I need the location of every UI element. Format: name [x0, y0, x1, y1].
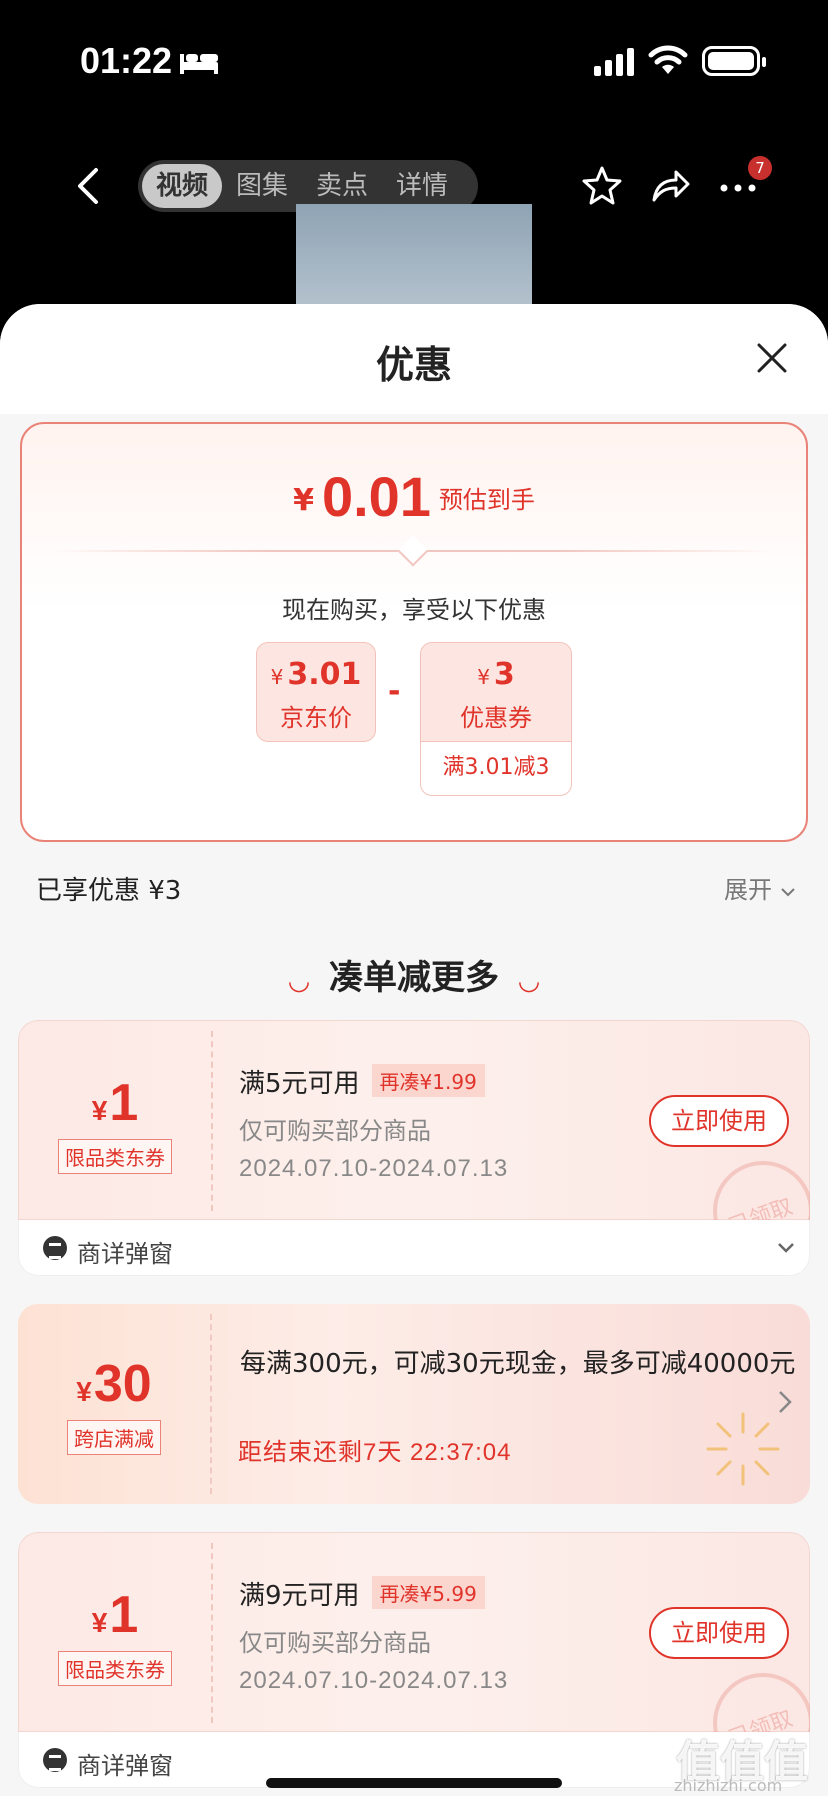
promo-amount-area: ¥30 跨店满减: [18, 1304, 210, 1504]
source-icon: [43, 1748, 67, 1772]
coupon-amount: 1: [109, 1074, 139, 1132]
coupon-card-body: ¥1 限品类东券 满5元可用 再凑¥1.99 仅可购买部分商品 2024.07.1…: [18, 1020, 810, 1261]
estimated-price: ¥0.01 预估到手: [22, 464, 806, 529]
coupon-validity: 2024.07.10-2024.07.13: [239, 1155, 509, 1182]
more-discount-title-text: 凑单减更多: [329, 958, 499, 998]
share-icon[interactable]: [648, 164, 692, 208]
estimated-price-label: 预估到手: [438, 486, 535, 514]
wifi-icon: [648, 45, 688, 74]
coupon-condition: 满5元可用: [239, 1069, 360, 1099]
minus-sign: -: [388, 674, 401, 709]
need-more-badge: 再凑¥5.99: [371, 1576, 485, 1609]
coupon-label: 优惠券: [460, 704, 532, 732]
coupon-currency: ¥: [91, 1607, 108, 1638]
home-indicator[interactable]: [266, 1778, 562, 1788]
promo-currency: ¥: [76, 1376, 92, 1407]
coupon-condition-row: 满9元可用 再凑¥5.99: [239, 1575, 485, 1612]
message-badge: 7: [748, 156, 772, 180]
jd-price-label: 京东价: [280, 704, 352, 732]
firework-decoration-icon: [706, 1412, 780, 1486]
promo-type-tag: 跨店满减: [67, 1420, 161, 1455]
promo-divider: [210, 1314, 212, 1494]
use-now-button[interactable]: 立即使用: [649, 1095, 789, 1147]
sheet-header: 优惠: [0, 304, 828, 414]
coupon-currency: ¥: [477, 665, 490, 689]
promo-countdown: 距结束还剩7天 22:37:04: [238, 1439, 512, 1466]
back-arrow-icon[interactable]: [70, 166, 106, 206]
battery-icon: [702, 46, 766, 76]
sheet-title: 优惠: [375, 343, 452, 387]
coupon-card-body: ¥1 限品类东券 满9元可用 再凑¥5.99 仅可购买部分商品 2024.07.1…: [18, 1532, 810, 1773]
coupon-source: 商详弹窗: [77, 1240, 173, 1268]
coupon-currency: ¥: [91, 1095, 108, 1126]
product-image-thumbnail: [296, 204, 532, 314]
coupon-validity: 2024.07.10-2024.07.13: [239, 1667, 509, 1694]
coupon-scope: 仅可购买部分商品: [239, 1629, 431, 1657]
discount-subtitle: 现在购买，享受以下优惠: [282, 596, 546, 624]
tab-gallery[interactable]: 图集: [222, 164, 302, 208]
coupon-value: 3: [493, 657, 515, 692]
expand-button[interactable]: 展开: [724, 870, 796, 905]
coupon-source: 商详弹窗: [77, 1752, 173, 1780]
expand-label: 展开: [724, 876, 772, 904]
jd-price-currency: ¥: [270, 665, 284, 689]
estimated-price-value: 0.01: [321, 465, 431, 528]
price-summary-card: ¥0.01 预估到手 现在购买，享受以下优惠 ¥3.01 京东价 - ¥3 优惠券…: [20, 422, 808, 842]
coupon-footer[interactable]: 商详弹窗: [18, 1220, 810, 1276]
need-more-badge: 再凑¥1.99: [371, 1064, 485, 1097]
coupon-scope: 仅可购买部分商品: [239, 1117, 431, 1145]
chevron-down-icon: [780, 888, 795, 897]
smile-decoration-icon: ◡: [289, 966, 309, 996]
coupon-condition-row: 满5元可用 再凑¥1.99: [239, 1063, 485, 1100]
coupon-condition: 满9元可用: [239, 1581, 360, 1611]
coupon-amount-area: ¥1 限品类东券: [19, 1533, 211, 1733]
coupon-divider: [211, 1031, 213, 1211]
cross-store-promo-card[interactable]: ¥30 跨店满减 每满300元，可减30元现金，最多可减40000元 距结束还剩…: [18, 1304, 810, 1504]
sleep-mode-icon: [180, 54, 218, 74]
coupon-type-tag: 限品类东券: [58, 1651, 172, 1686]
use-now-button[interactable]: 立即使用: [649, 1607, 789, 1659]
source-icon: [43, 1236, 67, 1260]
star-icon[interactable]: [580, 164, 624, 208]
chevron-right-icon[interactable]: [776, 1388, 794, 1416]
close-icon[interactable]: [756, 342, 788, 374]
discount-sheet: 优惠 ¥0.01 预估到手 现在购买，享受以下优惠 ¥3.01 京东价 - ¥3 …: [0, 304, 828, 1796]
promo-amount: 30: [93, 1355, 152, 1413]
cellular-signal-icon: [594, 48, 634, 76]
coupon-value-box: ¥3 优惠券: [420, 642, 572, 742]
coupon-divider: [211, 1543, 213, 1723]
status-bar: 01:22: [0, 0, 828, 120]
coupon-amount-area: ¥1 限品类东券: [19, 1021, 211, 1221]
enjoyed-discount: 已享优惠 ¥3: [36, 876, 182, 906]
smile-decoration-icon: ◡: [519, 966, 539, 996]
coupon-type-tag: 限品类东券: [58, 1139, 172, 1174]
chevron-down-icon[interactable]: [775, 1236, 797, 1258]
tab-selling-points[interactable]: 卖点: [302, 164, 382, 208]
currency-symbol: ¥: [293, 483, 314, 518]
more-discount-title: ◡ 凑单减更多 ◡: [0, 950, 828, 999]
coupon-rule: 满3.01减3: [420, 742, 572, 796]
tab-details[interactable]: 详情: [382, 164, 462, 208]
watermark-url: zhizhizhi.com: [674, 1776, 783, 1795]
coupon-amount: 1: [109, 1586, 139, 1644]
status-time: 01:22: [80, 40, 173, 81]
jd-price-box: ¥3.01 京东价: [256, 642, 376, 742]
divider-notch: [397, 535, 429, 567]
jd-price-value: 3.01: [287, 657, 362, 692]
promo-description: 每满300元，可减30元现金，最多可减40000元: [240, 1349, 796, 1379]
coupon-card: ¥1 限品类东券 满5元可用 再凑¥1.99 仅可购买部分商品 2024.07.1…: [18, 1020, 810, 1276]
tab-video[interactable]: 视频: [142, 164, 223, 208]
